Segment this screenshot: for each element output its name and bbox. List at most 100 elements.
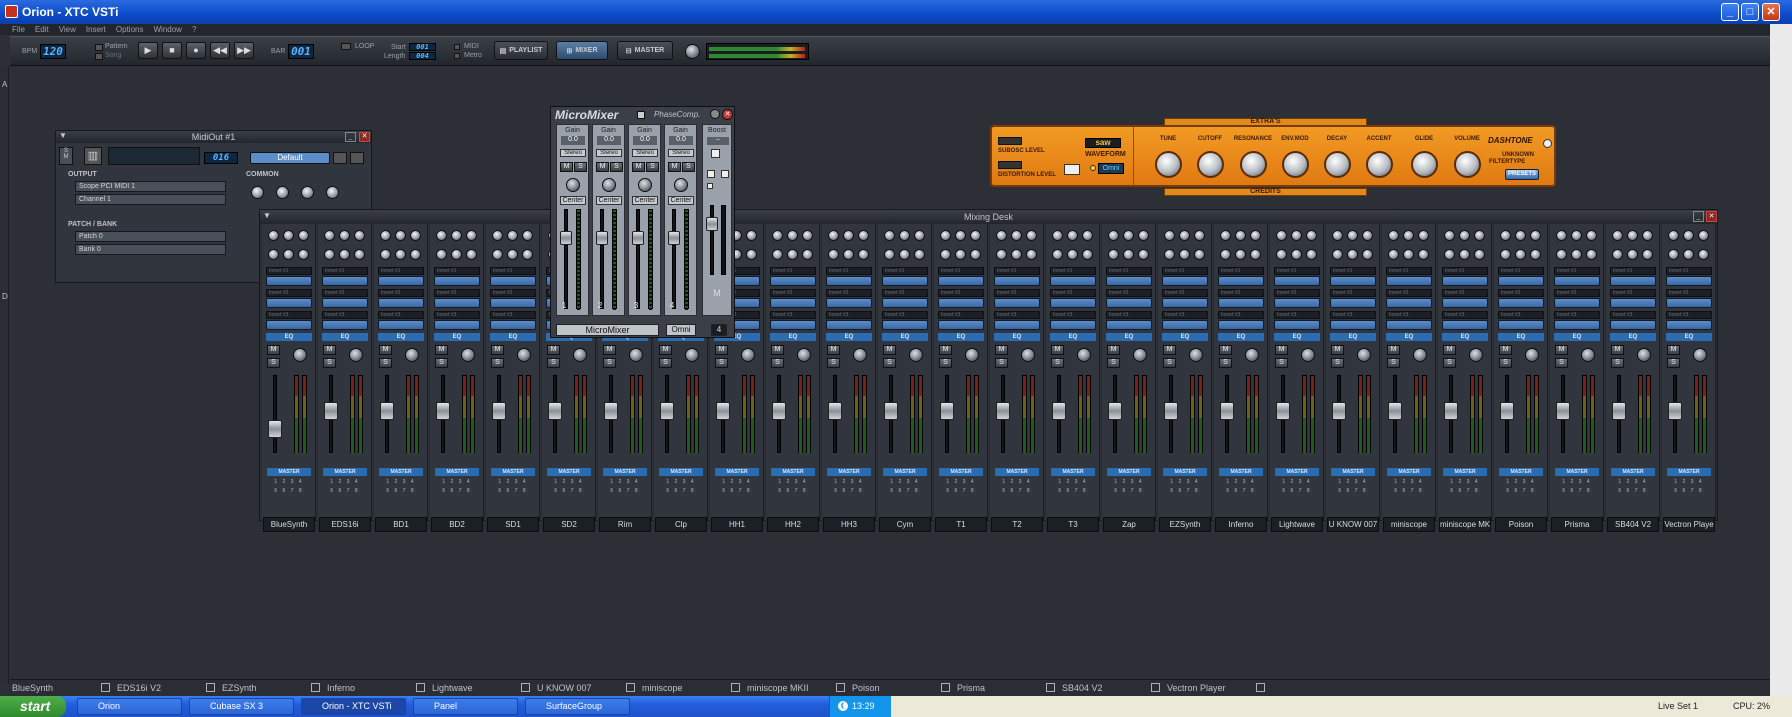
bus-row-2[interactable]: 5 6 7 8	[603, 488, 647, 494]
mute-button[interactable]: M	[491, 345, 504, 355]
pan-knob[interactable]	[517, 348, 531, 362]
solo-button[interactable]: S	[379, 358, 392, 368]
bus-row-1[interactable]: 1 2 3 4	[1499, 479, 1543, 485]
desk-collapse-icon[interactable]: ▼	[263, 211, 271, 220]
bus-row-1[interactable]: 1 2 3 4	[1387, 479, 1431, 485]
solo-button[interactable]: S	[1499, 358, 1512, 368]
send-knob[interactable]	[1306, 249, 1317, 260]
solo-button[interactable]: S	[827, 358, 840, 368]
send-knob[interactable]	[395, 230, 406, 241]
master-route-button[interactable]: MASTER	[491, 468, 535, 476]
send-knob[interactable]	[283, 249, 294, 260]
send-knob[interactable]	[1235, 230, 1246, 241]
insert-slot[interactable]	[378, 298, 424, 308]
bus-row-2[interactable]: 5 6 7 8	[1555, 488, 1599, 494]
send-knob[interactable]	[1164, 230, 1175, 241]
send-knob[interactable]	[1052, 230, 1063, 241]
send-knob[interactable]	[354, 230, 365, 241]
insert-slot[interactable]	[1106, 320, 1152, 330]
micro-pan-knob[interactable]	[602, 178, 616, 192]
send-knob[interactable]	[1138, 230, 1149, 241]
send-knob[interactable]	[1698, 230, 1709, 241]
master-route-button[interactable]: MASTER	[939, 468, 983, 476]
send-knob[interactable]	[1179, 249, 1190, 260]
solo-button[interactable]: S	[939, 358, 952, 368]
micro-mute-button[interactable]: M	[560, 162, 573, 172]
pan-knob[interactable]	[909, 348, 923, 362]
eq-button[interactable]: EQ	[322, 333, 368, 341]
send-knob[interactable]	[466, 249, 477, 260]
send-knob[interactable]	[298, 230, 309, 241]
micro-mute-button[interactable]: M	[596, 162, 609, 172]
bus-row-1[interactable]: 1 2 3 4	[1667, 479, 1711, 485]
send-knob[interactable]	[1530, 249, 1541, 260]
send-knob[interactable]	[1556, 249, 1567, 260]
send-knob[interactable]	[1612, 230, 1623, 241]
loop-toggle[interactable]	[341, 43, 351, 50]
send-knob[interactable]	[1683, 249, 1694, 260]
task-orion-xtc[interactable]: Orion - XTC VSTi	[301, 698, 406, 715]
send-knob[interactable]	[268, 249, 279, 260]
send-knob[interactable]	[1332, 230, 1343, 241]
insert-slot[interactable]	[994, 276, 1040, 286]
solo-button[interactable]: S	[1219, 358, 1232, 368]
desk-minimize-button[interactable]: _	[1693, 211, 1704, 222]
channel-fader[interactable]	[1108, 402, 1122, 420]
bus-row-2[interactable]: 5 6 7 8	[1611, 488, 1655, 494]
instrument-tab-window-icon[interactable]	[836, 683, 845, 692]
micro-solo-button[interactable]: S	[646, 162, 659, 172]
send-knob[interactable]	[339, 249, 350, 260]
send-knob[interactable]	[1250, 249, 1261, 260]
mute-button[interactable]: M	[771, 345, 784, 355]
send-knob[interactable]	[1515, 249, 1526, 260]
insert-slot[interactable]	[1330, 276, 1376, 286]
eq-button[interactable]: EQ	[1610, 333, 1656, 341]
send-knob[interactable]	[436, 249, 447, 260]
send-knob[interactable]	[522, 230, 533, 241]
6db-toggle[interactable]	[707, 170, 715, 178]
pan-knob[interactable]	[1581, 348, 1595, 362]
forward-button[interactable]: ▶▶	[234, 42, 254, 59]
send-knob[interactable]	[940, 249, 951, 260]
bus-row-1[interactable]: 1 2 3 4	[491, 479, 535, 485]
synth-knob[interactable]	[1454, 151, 1481, 178]
pan-knob[interactable]	[1189, 348, 1203, 362]
bus-row-2[interactable]: 5 6 7 8	[1107, 488, 1151, 494]
send-knob[interactable]	[1418, 249, 1429, 260]
channel-fader[interactable]	[1332, 402, 1346, 420]
mute-button[interactable]: M	[1667, 345, 1680, 355]
master-route-button[interactable]: MASTER	[1107, 468, 1151, 476]
length-display[interactable]: 004	[409, 52, 436, 60]
gain-value[interactable]: 0.0	[597, 136, 621, 145]
eq-button[interactable]: EQ	[826, 333, 872, 341]
send-knob[interactable]	[1668, 249, 1679, 260]
send-knob[interactable]	[1123, 249, 1134, 260]
bus-row-1[interactable]: 1 2 3 4	[995, 479, 1039, 485]
micro-fader[interactable]	[560, 231, 572, 245]
send-knob[interactable]	[1194, 249, 1205, 260]
bus-row-2[interactable]: 5 6 7 8	[1387, 488, 1431, 494]
send-knob[interactable]	[451, 230, 462, 241]
send-knob[interactable]	[1067, 249, 1078, 260]
instrument-tab[interactable]: BlueSynth	[12, 682, 53, 695]
eq-button[interactable]: EQ	[1554, 333, 1600, 341]
send-knob[interactable]	[914, 249, 925, 260]
pan-knob[interactable]	[853, 348, 867, 362]
solo-button[interactable]: S	[659, 358, 672, 368]
solo-button[interactable]: S	[771, 358, 784, 368]
common-knob-1[interactable]	[251, 186, 264, 199]
insert-slot[interactable]	[1610, 320, 1656, 330]
menu-options[interactable]: Options	[116, 25, 144, 34]
solo-button[interactable]: S	[1163, 358, 1176, 368]
menu-insert[interactable]: Insert	[86, 25, 106, 34]
instrument-tab[interactable]: miniscope	[642, 682, 683, 695]
send-knob[interactable]	[746, 230, 757, 241]
bus-row-2[interactable]: 5 6 7 8	[1667, 488, 1711, 494]
send-knob[interactable]	[1642, 230, 1653, 241]
solo-button[interactable]: S	[1667, 358, 1680, 368]
mixer-button[interactable]: ⊞ MIXER	[556, 41, 608, 60]
send-knob[interactable]	[955, 249, 966, 260]
send-knob[interactable]	[970, 230, 981, 241]
send-knob[interactable]	[787, 230, 798, 241]
send-knob[interactable]	[354, 249, 365, 260]
